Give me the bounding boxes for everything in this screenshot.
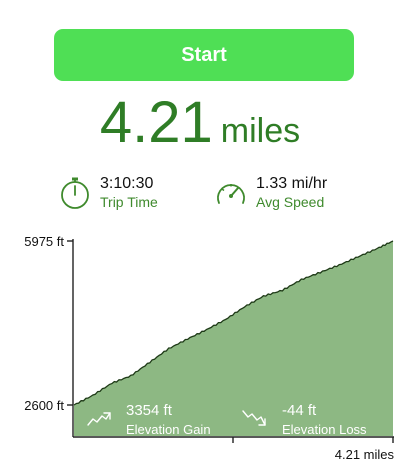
trip-time-label: Trip Time: [100, 194, 158, 210]
y-tick-label-max: 5975 ft: [24, 234, 64, 249]
avg-speed-value: 1.33 mi/hr: [256, 175, 328, 192]
elevation-chart: 5975 ft 2600 ft 4.21 miles 3354 ft Eleva…: [24, 234, 395, 462]
y-tick-label-min: 2600 ft: [24, 398, 64, 413]
start-button[interactable]: Start: [54, 29, 354, 81]
elevation-gain-label: Elevation Gain: [126, 422, 211, 437]
avg-speed-label: Avg Speed: [256, 194, 325, 210]
distance-value: 4.21: [99, 90, 213, 155]
distance-display: 4.21 miles: [0, 94, 400, 152]
elevation-gain-value: 3354 ft: [126, 402, 173, 419]
speedometer-icon: [217, 184, 245, 204]
elevation-loss-label: Elevation Loss: [282, 422, 367, 437]
elevation-area: [74, 241, 393, 436]
x-tick-label-end: 4.21 miles: [335, 447, 395, 462]
stopwatch-icon: [61, 177, 89, 209]
distance-unit: miles: [220, 112, 301, 150]
trip-time-value: 3:10:30: [100, 175, 154, 192]
elevation-loss-value: -44 ft: [282, 402, 317, 419]
